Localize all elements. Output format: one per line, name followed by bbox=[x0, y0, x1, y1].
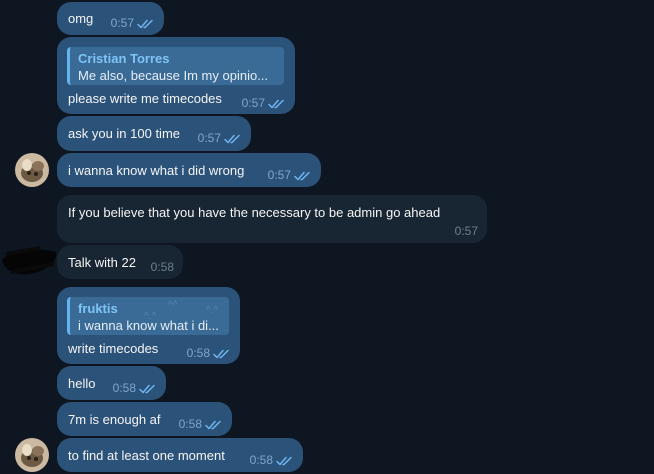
user-avatar[interactable] bbox=[15, 153, 49, 187]
message-bubble[interactable]: i wanna know what i did wrong 0:57 bbox=[57, 153, 321, 187]
message-text: hello bbox=[68, 376, 96, 391]
message-bubble[interactable]: Cristian Torres Me also, because Im my o… bbox=[57, 37, 295, 114]
pattern-decoration: ^.^ bbox=[144, 311, 157, 322]
message-bubble[interactable]: fruktis i wanna know what i di... ^^ ^.^… bbox=[57, 287, 240, 364]
message-text: to find at least one moment bbox=[68, 448, 225, 463]
double-check-icon bbox=[205, 420, 223, 430]
double-check-icon bbox=[294, 171, 312, 181]
message-time: 0:58 bbox=[112, 381, 136, 395]
message-bubble[interactable]: ask you in 100 time 0:57 bbox=[57, 116, 251, 151]
reply-author: Cristian Torres bbox=[78, 51, 170, 66]
double-check-icon bbox=[268, 99, 286, 109]
message-text: i wanna know what i did wrong bbox=[68, 163, 245, 178]
message-text: 7m is enough af bbox=[68, 412, 161, 427]
double-check-icon bbox=[137, 19, 155, 29]
message-time: 0:57 bbox=[267, 168, 291, 182]
message-bubble[interactable]: 7m is enough af 0:58 bbox=[57, 402, 232, 436]
reply-preview[interactable]: fruktis i wanna know what i di... ^^ ^.^… bbox=[67, 297, 229, 335]
message-bubble[interactable]: If you believe that you have the necessa… bbox=[57, 195, 487, 243]
reply-snippet: Me also, because Im my opinio... bbox=[78, 68, 269, 83]
message-text: write timecodes bbox=[68, 341, 159, 356]
pattern-decoration: ^.^ bbox=[206, 305, 219, 316]
message-text: omg bbox=[68, 11, 94, 26]
message-bubble[interactable]: to find at least one moment 0:58 bbox=[57, 438, 303, 472]
message-time: 0:57 bbox=[197, 131, 221, 145]
message-time: 0:58 bbox=[186, 346, 210, 360]
message-text: please write me timecodes bbox=[68, 91, 222, 106]
pattern-decoration: ^^ bbox=[168, 300, 178, 311]
double-check-icon bbox=[139, 384, 157, 394]
message-time: 0:58 bbox=[150, 260, 174, 274]
message-text: If you believe that you have the necessa… bbox=[68, 205, 441, 220]
message-time: 0:57 bbox=[454, 224, 478, 238]
message-text: ask you in 100 time bbox=[68, 126, 181, 141]
reply-author: fruktis bbox=[78, 301, 118, 316]
message-bubble[interactable]: Talk with 22 0:58 bbox=[57, 245, 183, 279]
message-time: 0:57 bbox=[110, 16, 134, 30]
double-check-icon bbox=[276, 456, 294, 466]
message-bubble[interactable]: omg 0:57 bbox=[57, 2, 164, 35]
message-time: 0:57 bbox=[241, 96, 265, 110]
message-time: 0:58 bbox=[178, 417, 202, 431]
user-avatar[interactable] bbox=[15, 438, 49, 472]
double-check-icon bbox=[213, 349, 231, 359]
double-check-icon bbox=[224, 134, 242, 144]
message-time: 0:58 bbox=[249, 453, 273, 467]
message-text: Talk with 22 bbox=[68, 255, 136, 270]
message-bubble[interactable]: hello 0:58 bbox=[57, 366, 166, 400]
chat-messages: omg 0:57 Cristian Torres Me also, becaus… bbox=[0, 0, 654, 474]
reply-preview[interactable]: Cristian Torres Me also, because Im my o… bbox=[67, 47, 284, 85]
redacted-avatar bbox=[0, 246, 60, 276]
